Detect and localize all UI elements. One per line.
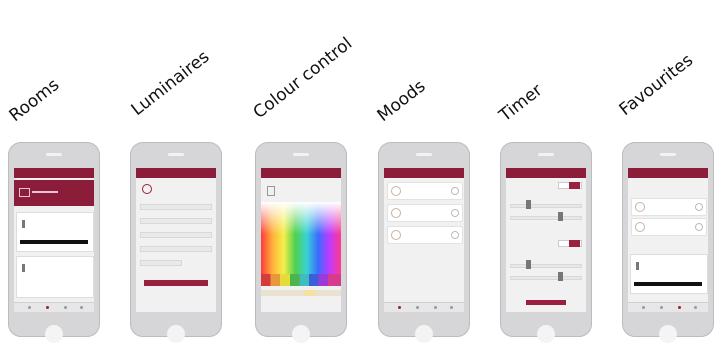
timer-save-button[interactable] xyxy=(526,300,566,305)
luminaire-icon xyxy=(142,184,152,194)
moods-row-3[interactable] xyxy=(387,226,463,244)
favourites-screen xyxy=(628,168,708,312)
label-timer: Timer xyxy=(495,80,547,126)
luminaires-field-3[interactable] xyxy=(140,232,212,238)
phone-home-button xyxy=(292,325,310,343)
timer-slider-3-handle[interactable] xyxy=(526,260,531,269)
favourites-tab-bar xyxy=(628,302,708,312)
phone-luminaires xyxy=(130,142,222,343)
timer-slider-3[interactable] xyxy=(510,264,582,268)
label-luminaires: Luminaires xyxy=(127,46,214,121)
colour-header xyxy=(261,168,341,178)
phone-rooms xyxy=(8,142,100,343)
colour-brightness-handle[interactable] xyxy=(305,290,315,296)
favourite-toggle-icon[interactable] xyxy=(695,203,703,211)
rooms-switch-1[interactable] xyxy=(20,240,88,244)
rooms-screen xyxy=(14,168,94,312)
timer-slider-1[interactable] xyxy=(510,204,582,208)
luminaires-field-4[interactable] xyxy=(140,246,212,252)
moods-screen xyxy=(384,168,464,312)
timer-toggle-2-on xyxy=(569,240,580,247)
colour-spectrum[interactable] xyxy=(261,202,341,274)
favourites-luminaire-card[interactable] xyxy=(630,254,708,294)
favourites-lamp-icon xyxy=(636,262,639,270)
rooms-tab-bar xyxy=(14,302,94,312)
timer-slider-4[interactable] xyxy=(510,276,582,280)
favourites-switch[interactable] xyxy=(634,282,702,286)
colour-brightness-bar[interactable] xyxy=(261,290,341,296)
phone-home-button xyxy=(537,325,555,343)
rooms-luminaire-card-2[interactable] xyxy=(16,256,94,298)
rooms-lamp-icon-2 xyxy=(22,264,25,272)
phone-speaker xyxy=(168,153,184,156)
luminaires-field-2[interactable] xyxy=(140,218,212,224)
label-favourites: Favourites xyxy=(615,50,698,121)
colour-screen xyxy=(261,168,341,312)
phone-colour-control xyxy=(255,142,347,343)
rooms-room-icon xyxy=(19,188,30,197)
luminaires-field-5[interactable] xyxy=(140,260,182,266)
mood-toggle-icon[interactable] xyxy=(451,231,459,239)
colour-swatches[interactable] xyxy=(261,274,341,286)
timer-slider-1-handle[interactable] xyxy=(526,200,531,209)
rooms-room-name xyxy=(32,191,58,193)
luminaires-field-1[interactable] xyxy=(140,204,212,210)
moods-row-2[interactable] xyxy=(387,204,463,222)
label-rooms: Rooms xyxy=(5,74,64,126)
favourite-mood-icon xyxy=(635,222,645,232)
favourite-mood-icon xyxy=(635,202,645,212)
phone-home-button xyxy=(659,325,677,343)
rooms-header xyxy=(14,168,94,178)
timer-slider-4-handle[interactable] xyxy=(558,272,563,281)
favourites-header xyxy=(628,168,708,178)
phone-speaker xyxy=(293,153,309,156)
rooms-lamp-icon-1 xyxy=(22,220,25,228)
phone-speaker xyxy=(416,153,432,156)
moods-tab-bar xyxy=(384,302,464,312)
luminaires-screen xyxy=(136,168,216,312)
phone-speaker xyxy=(46,153,62,156)
timer-toggle-1-on xyxy=(569,182,580,189)
phone-speaker xyxy=(538,153,554,156)
phone-timer xyxy=(500,142,592,343)
rooms-luminaire-card[interactable] xyxy=(16,212,94,252)
mood-icon xyxy=(391,230,401,240)
luminaires-action-button[interactable] xyxy=(144,280,208,286)
mood-icon xyxy=(391,208,401,218)
moods-row-1[interactable] xyxy=(387,182,463,200)
mood-toggle-icon[interactable] xyxy=(451,187,459,195)
phone-home-button xyxy=(415,325,433,343)
timer-screen xyxy=(506,168,586,312)
timer-header xyxy=(506,168,586,178)
mood-icon xyxy=(391,186,401,196)
phone-moods xyxy=(378,142,470,343)
favourite-toggle-icon[interactable] xyxy=(695,223,703,231)
label-colour-control: Colour control xyxy=(249,33,357,123)
luminaires-header xyxy=(136,168,216,178)
moods-header xyxy=(384,168,464,178)
colour-lamp-icon xyxy=(267,186,275,196)
timer-slider-2[interactable] xyxy=(510,216,582,220)
phone-home-button xyxy=(167,325,185,343)
favourites-row-1[interactable] xyxy=(631,198,707,216)
timer-slider-2-handle[interactable] xyxy=(558,212,563,221)
phone-speaker xyxy=(660,153,676,156)
label-moods: Moods xyxy=(373,76,430,126)
favourites-row-2[interactable] xyxy=(631,218,707,236)
phone-home-button xyxy=(45,325,63,343)
phone-favourites xyxy=(622,142,714,343)
mood-toggle-icon[interactable] xyxy=(451,209,459,217)
